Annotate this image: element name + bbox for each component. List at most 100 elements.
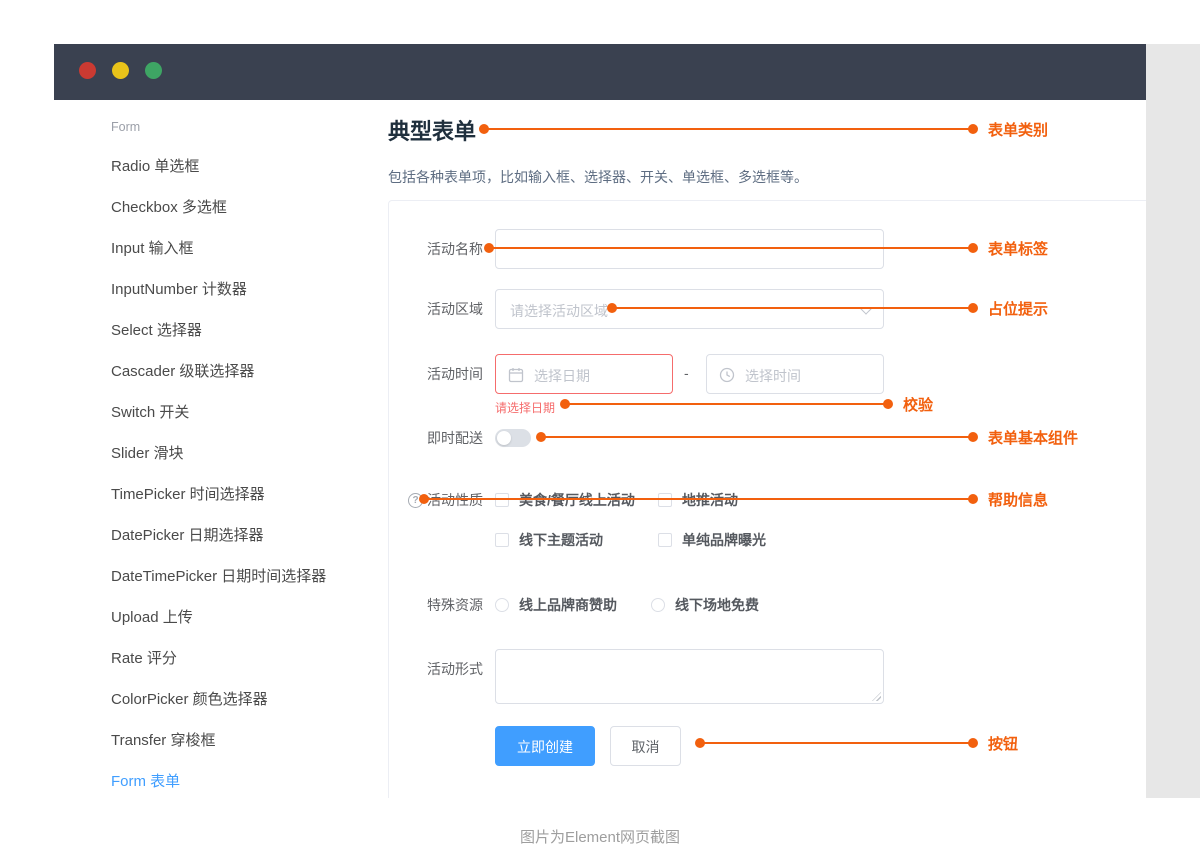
- sidebar-item-switch[interactable]: Switch 开关: [54, 392, 388, 433]
- sidebar-item-cascader[interactable]: Cascader 级联选择器: [54, 351, 388, 392]
- field-label-activity-region: 活动区域: [427, 301, 483, 317]
- main-content: 典型表单 包括各种表单项，比如输入框、选择器、开关、单选框、多选框等。 活动名称…: [388, 100, 1146, 798]
- window-titlebar: [54, 44, 1146, 100]
- sidebar-item-datetimepicker[interactable]: DateTimePicker 日期时间选择器: [54, 556, 388, 597]
- annotation-form-category: 表单类别: [479, 122, 1048, 139]
- annotation-dot-icon: [419, 494, 429, 504]
- radio-label: 线上品牌商赞助: [519, 597, 617, 613]
- annotation-dot-icon: [968, 303, 978, 313]
- checkbox-icon: [658, 533, 672, 547]
- annotation-dot-icon: [484, 243, 494, 253]
- annotation-label: 帮助信息: [988, 492, 1049, 509]
- field-label-activity-nature: 活动性质: [427, 492, 483, 508]
- activity-region-placeholder: 请选择活动区域: [510, 303, 608, 319]
- validation-error-text: 请选择日期: [495, 401, 556, 415]
- zoom-window-icon[interactable]: [145, 62, 162, 79]
- activity-form-textarea[interactable]: [495, 649, 884, 704]
- annotation-label: 表单基本组件: [988, 430, 1079, 447]
- cancel-button[interactable]: 取消: [610, 726, 681, 766]
- checkbox-food-online[interactable]: 美食/餐厅线上活动: [495, 490, 635, 510]
- sidebar-item-inputnumber[interactable]: InputNumber 计数器: [54, 269, 388, 310]
- switch-knob: [497, 431, 511, 445]
- field-label-activity-form: 活动形式: [427, 661, 483, 677]
- minimize-window-icon[interactable]: [112, 62, 129, 79]
- checkbox-label: 单纯品牌曝光: [682, 532, 766, 548]
- sidebar-nav: Radio 单选框 Checkbox 多选框 Input 输入框 InputNu…: [54, 146, 388, 798]
- calendar-icon: [508, 368, 524, 383]
- sidebar-item-radio[interactable]: Radio 单选框: [54, 146, 388, 187]
- close-window-icon[interactable]: [79, 62, 96, 79]
- field-label-activity-name: 活动名称: [427, 241, 483, 257]
- checkbox-offline-theme[interactable]: 线下主题活动: [495, 530, 603, 550]
- activity-region-select[interactable]: 请选择活动区域: [495, 289, 884, 329]
- annotation-dot-icon: [883, 399, 893, 409]
- sidebar: Form Radio 单选框 Checkbox 多选框 Input 输入框 In…: [54, 100, 388, 798]
- chevron-down-icon: [860, 303, 872, 315]
- range-separator: -: [684, 365, 689, 381]
- clock-icon: [719, 367, 735, 383]
- sidebar-item-input[interactable]: Input 输入框: [54, 228, 388, 269]
- annotation-placeholder-hint: 占位提示: [607, 301, 1048, 318]
- sidebar-item-slider[interactable]: Slider 滑块: [54, 433, 388, 474]
- sidebar-item-upload[interactable]: Upload 上传: [54, 597, 388, 638]
- annotation-dot-icon: [968, 494, 978, 504]
- page-title: 典型表单: [388, 119, 477, 144]
- right-gray-margin: [1146, 44, 1200, 798]
- activity-name-input[interactable]: [495, 229, 884, 269]
- sidebar-item-colorpicker[interactable]: ColorPicker 颜色选择器: [54, 679, 388, 720]
- annotation-label: 校验: [903, 397, 934, 414]
- activity-form-textarea-field[interactable]: [496, 650, 883, 703]
- radio-icon: [651, 598, 665, 612]
- time-picker-input[interactable]: 选择时间: [706, 354, 884, 394]
- screenshot-stage: Form Radio 单选框 Checkbox 多选框 Input 输入框 In…: [0, 0, 1200, 864]
- annotation-dot-icon: [968, 124, 978, 134]
- annotation-dot-icon: [479, 124, 489, 134]
- browser-window: Form Radio 单选框 Checkbox 多选框 Input 输入框 In…: [54, 44, 1146, 798]
- create-now-button[interactable]: 立即创建: [495, 726, 595, 766]
- checkbox-label: 美食/餐厅线上活动: [519, 492, 635, 508]
- annotation-label: 表单类别: [988, 122, 1049, 139]
- checkbox-ground-promotion[interactable]: 地推活动: [658, 490, 738, 510]
- annotation-buttons: 按钮: [695, 736, 1018, 753]
- checkbox-label: 地推活动: [682, 492, 738, 508]
- field-label-instant-delivery: 即时配送: [427, 430, 483, 446]
- field-label-activity-time: 活动时间: [427, 366, 483, 382]
- annotation-label: 表单标签: [988, 241, 1049, 258]
- checkbox-icon: [495, 493, 509, 507]
- annotation-basic-component: 表单基本组件: [536, 430, 1078, 447]
- annotation-dot-icon: [968, 243, 978, 253]
- checkbox-icon: [658, 493, 672, 507]
- annotation-dot-icon: [968, 432, 978, 442]
- date-picker-placeholder: 选择日期: [534, 368, 590, 384]
- annotation-validation: 校验: [560, 397, 933, 414]
- checkbox-icon: [495, 533, 509, 547]
- sidebar-item-rate[interactable]: Rate 评分: [54, 638, 388, 679]
- instant-delivery-switch[interactable]: [495, 429, 531, 447]
- radio-label: 线下场地免费: [675, 597, 759, 613]
- date-picker-input[interactable]: 选择日期: [495, 354, 673, 394]
- page-subtitle: 包括各种表单项，比如输入框、选择器、开关、单选框、多选框等。: [388, 169, 808, 185]
- annotation-dot-icon: [968, 738, 978, 748]
- sidebar-item-select[interactable]: Select 选择器: [54, 310, 388, 351]
- sidebar-item-transfer[interactable]: Transfer 穿梭框: [54, 720, 388, 761]
- annotation-dot-icon: [695, 738, 705, 748]
- annotation-form-label: 表单标签: [484, 241, 1048, 258]
- sidebar-section-label: Form: [111, 120, 141, 134]
- annotation-dot-icon: [536, 432, 546, 442]
- annotation-label: 按钮: [988, 736, 1019, 753]
- radio-online-sponsor[interactable]: 线上品牌商赞助: [495, 595, 617, 615]
- annotation-dot-icon: [560, 399, 570, 409]
- radio-icon: [495, 598, 509, 612]
- annotation-dot-icon: [607, 303, 617, 313]
- checkbox-label: 线下主题活动: [519, 532, 603, 548]
- activity-name-input-field[interactable]: [510, 230, 869, 268]
- time-picker-placeholder: 选择时间: [745, 368, 801, 384]
- checkbox-brand-exposure[interactable]: 单纯品牌曝光: [658, 530, 766, 550]
- sidebar-item-datepicker[interactable]: DatePicker 日期选择器: [54, 515, 388, 556]
- sidebar-item-timepicker[interactable]: TimePicker 时间选择器: [54, 474, 388, 515]
- radio-offline-venue[interactable]: 线下场地免费: [651, 595, 759, 615]
- image-caption: 图片为Element网页截图: [519, 829, 681, 846]
- field-label-special-resource: 特殊资源: [427, 597, 483, 613]
- sidebar-item-form[interactable]: Form 表单: [54, 761, 388, 798]
- sidebar-item-checkbox[interactable]: Checkbox 多选框: [54, 187, 388, 228]
